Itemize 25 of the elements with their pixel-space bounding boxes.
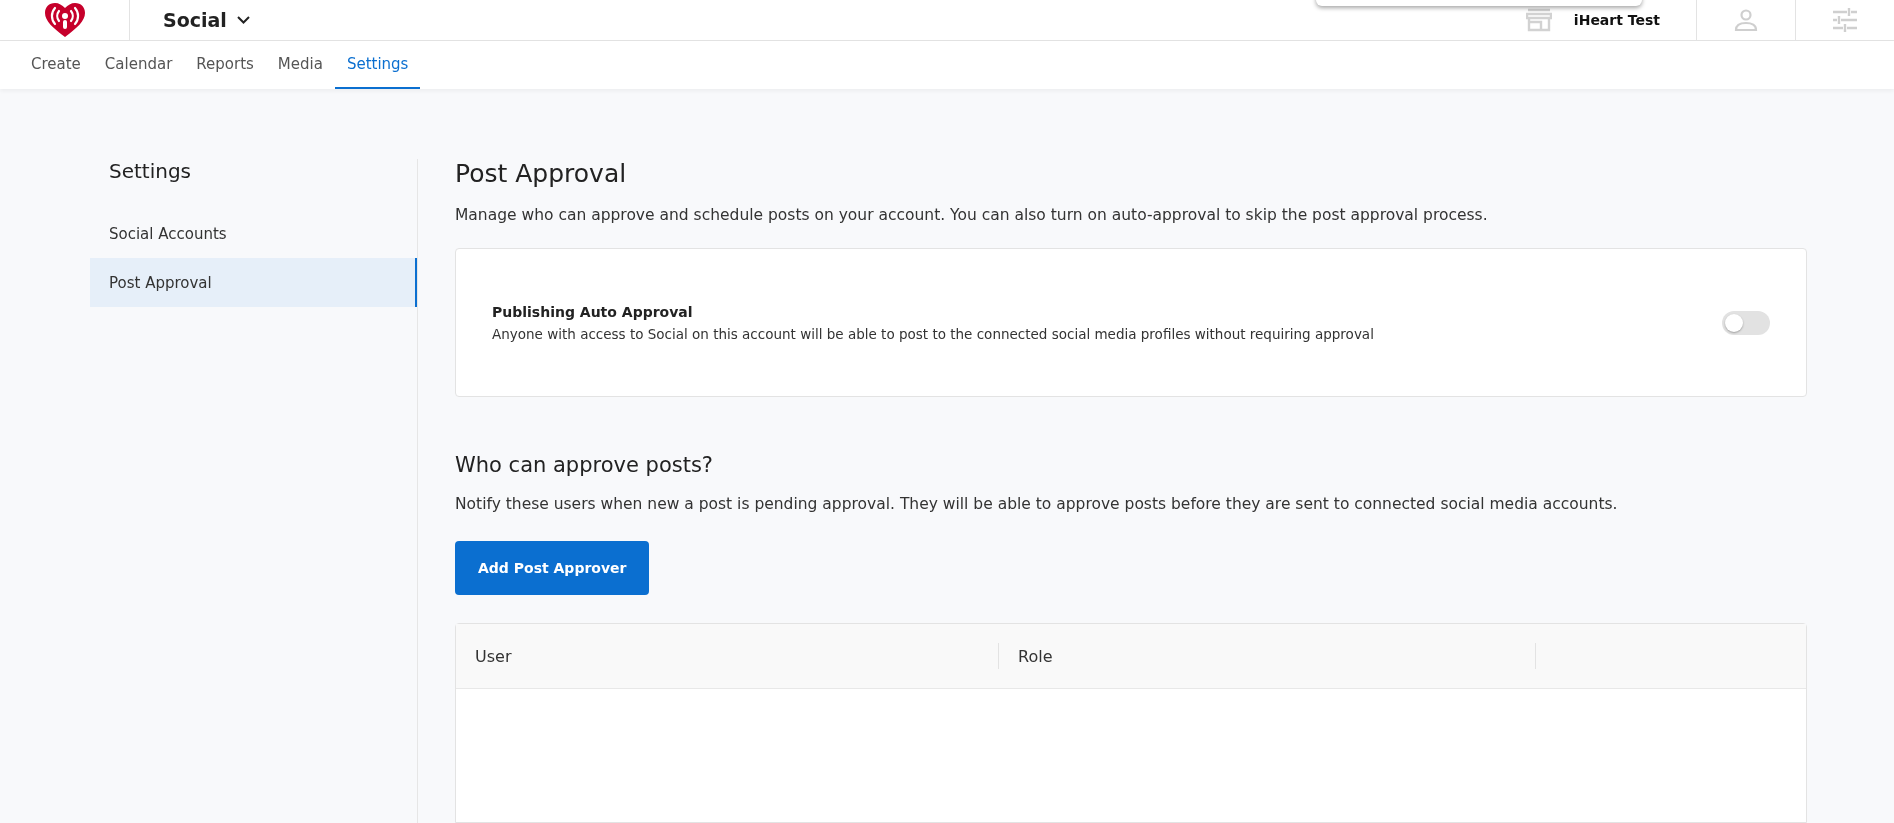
user-icon xyxy=(1734,8,1758,33)
sidebar-item[interactable]: Post Approval xyxy=(90,258,417,307)
section-title: Who can approve posts? xyxy=(455,453,714,477)
sidebar-item[interactable]: Social Accounts xyxy=(90,209,417,258)
add-approver-button[interactable]: Add Post Approver xyxy=(455,541,650,595)
nav-tab[interactable]: Media xyxy=(265,41,335,89)
heart-radio-logo xyxy=(44,3,85,38)
toggle-switch[interactable] xyxy=(1722,310,1770,335)
page-description: Manage who can approve and schedule posts on your account. You can also turn on auto-approval to skip the post approval process. xyxy=(455,206,1489,224)
store-icon xyxy=(1525,8,1552,33)
sliders-icon xyxy=(1832,7,1858,34)
sidebar-title: Settings xyxy=(109,159,193,183)
nav-tab[interactable]: Create xyxy=(19,41,93,89)
nav-tab[interactable]: Calendar xyxy=(92,41,185,89)
nav-tab[interactable]: Settings xyxy=(334,41,421,89)
section-description: Notify these users when new a post is pending approval. They will be able to approve posts before they are sent to connected social media accounts. xyxy=(455,495,1619,513)
setting-title: Publishing Auto Approval xyxy=(492,303,694,320)
chevron-down-icon xyxy=(236,16,250,25)
column-header: Role xyxy=(1018,646,1053,666)
app-switcher[interactable]: Social xyxy=(130,0,250,41)
column-header: User xyxy=(475,646,512,666)
nav-tab[interactable]: Reports xyxy=(184,41,266,89)
page-title: Post Approval xyxy=(455,159,628,188)
account-name: iHeart Test xyxy=(1573,12,1660,29)
setting-description: Anyone with access to Social on this account will be able to post to the connected social media profiles without requiring approval xyxy=(492,325,1375,342)
